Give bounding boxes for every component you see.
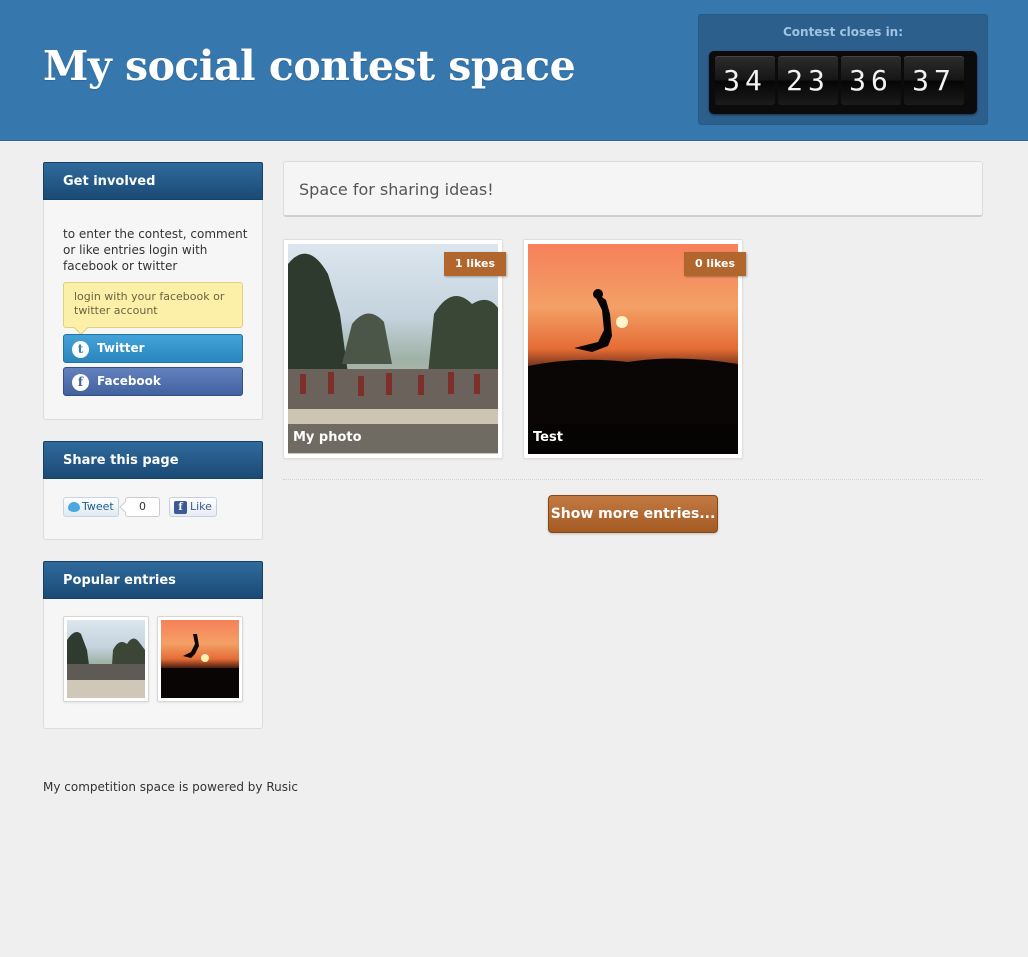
- page-banner: Space for sharing ideas!: [283, 161, 983, 217]
- countdown-digits: 34 23 36 37: [709, 51, 977, 114]
- likes-badge: 1 likes: [443, 252, 506, 276]
- get-involved-panel: Get involved to enter the contest, comme…: [43, 162, 263, 420]
- likes-badge: 0 likes: [683, 252, 746, 276]
- entry-card[interactable]: My photo 1 likes: [283, 239, 506, 459]
- popular-entries-panel: Popular entries: [43, 561, 263, 729]
- entry-card[interactable]: Test 0 likes: [523, 239, 746, 459]
- tweet-button[interactable]: Tweet: [63, 497, 119, 517]
- share-heading: Share this page: [43, 441, 263, 479]
- tweet-bird-icon: [68, 502, 80, 512]
- like-label: Like: [190, 500, 212, 513]
- twitter-login-button[interactable]: t Twitter: [63, 334, 243, 363]
- popular-entry-image: [161, 620, 239, 698]
- twitter-login-label: Twitter: [97, 341, 145, 355]
- header: My social contest space Contest closes i…: [0, 0, 1028, 141]
- get-involved-heading: Get involved: [43, 162, 263, 200]
- entry-caption: Test: [528, 424, 738, 453]
- site-title[interactable]: My social contest space: [43, 42, 576, 90]
- facebook-like-icon: f: [174, 501, 187, 514]
- popular-entry-thumbnail[interactable]: [63, 616, 149, 702]
- countdown-days: 34: [715, 56, 775, 105]
- countdown-widget: Contest closes in: 34 23 36 37: [698, 14, 988, 125]
- facebook-login-button[interactable]: f Facebook: [63, 367, 243, 396]
- login-tooltip: login with your facebook or twitter acco…: [63, 282, 243, 328]
- share-panel: Share this page Tweet 0 f Like: [43, 441, 263, 540]
- countdown-minutes: 36: [841, 56, 901, 105]
- tweet-count: 0: [125, 497, 160, 517]
- tweet-label: Tweet: [82, 500, 114, 513]
- countdown-seconds: 37: [904, 56, 964, 105]
- popular-entries-heading: Popular entries: [43, 561, 263, 599]
- popular-entry-image: [67, 620, 145, 698]
- twitter-icon: t: [72, 341, 89, 358]
- countdown-label: Contest closes in:: [782, 25, 904, 39]
- get-involved-text: to enter the contest, comment or like en…: [63, 227, 248, 273]
- footer-text: My competition space is powered by Rusic: [43, 780, 298, 794]
- countdown-hours: 23: [778, 56, 838, 105]
- entries-divider: [283, 479, 983, 480]
- facebook-login-label: Facebook: [97, 374, 161, 388]
- popular-entry-thumbnail[interactable]: [157, 616, 243, 702]
- banner-text: Space for sharing ideas!: [299, 180, 494, 199]
- entry-caption: My photo: [288, 424, 498, 453]
- facebook-like-button[interactable]: f Like: [169, 497, 217, 517]
- show-more-entries-button[interactable]: Show more entries...: [548, 495, 718, 533]
- facebook-icon: f: [72, 374, 89, 391]
